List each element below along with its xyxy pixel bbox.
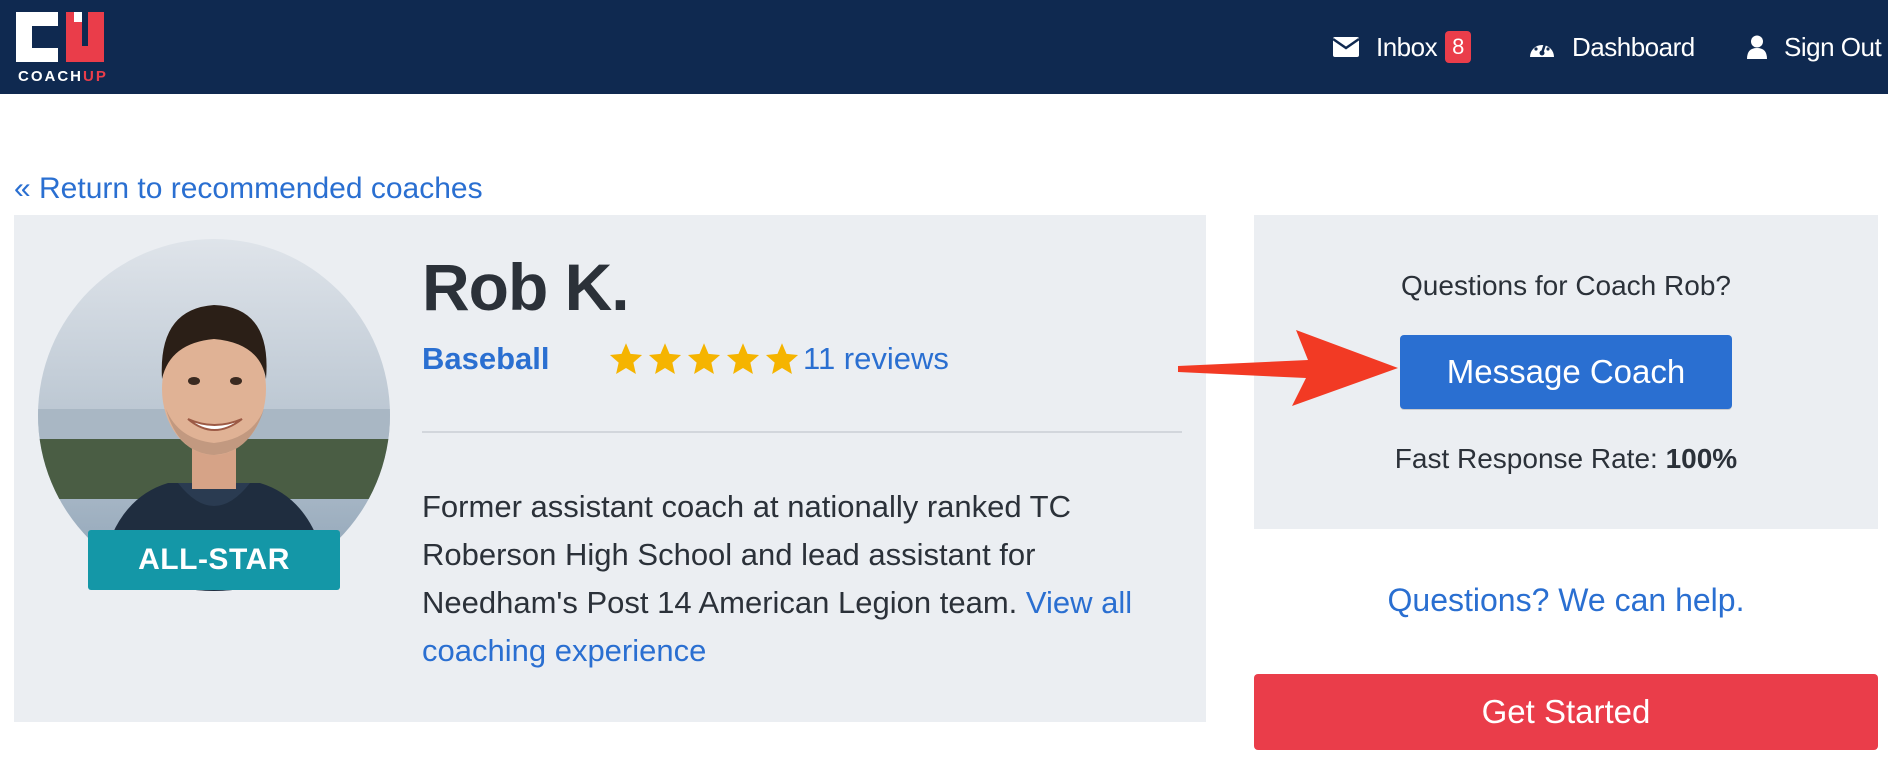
return-to-recommended-coaches-link[interactable]: « Return to recommended coaches	[14, 172, 483, 206]
inbox-label: Inbox	[1376, 31, 1438, 62]
star-icon	[765, 343, 799, 374]
response-rate-label: Fast Response Rate:	[1394, 443, 1666, 474]
star-icon	[609, 343, 643, 374]
message-coach-button[interactable]: Message Coach	[1400, 335, 1732, 409]
nav-inbox[interactable]: Inbox 8	[1332, 0, 1472, 94]
coach-name: Rob K.	[422, 250, 630, 324]
logo-wordmark: COACHUP	[18, 68, 108, 85]
coach-profile-card: ALL-STAR Rob K. Baseball 11 reviews Form…	[14, 215, 1206, 722]
coach-bio-text: Former assistant coach at nationally ran…	[422, 489, 1072, 620]
red-arrow-annotation-icon	[1178, 330, 1398, 406]
top-navbar: COACHUP Inbox 8 Dashboard Sign Out	[0, 0, 1888, 94]
dashboard-gauge-icon	[1530, 41, 1554, 57]
contact-question: Questions for Coach Rob?	[1401, 270, 1731, 301]
star-icon	[726, 343, 760, 374]
help-link[interactable]: Questions? We can help.	[1254, 582, 1878, 619]
sport-link[interactable]: Baseball	[422, 341, 550, 377]
response-rate-value: 100%	[1665, 443, 1738, 474]
user-icon	[1747, 35, 1767, 59]
reviews-link[interactable]: 11 reviews	[803, 341, 949, 377]
inbox-count-badge: 8	[1445, 31, 1472, 63]
coach-bio: Former assistant coach at nationally ran…	[422, 483, 1192, 675]
rating-stars	[608, 339, 803, 379]
coachup-logo[interactable]: COACHUP	[14, 8, 120, 86]
section-divider	[422, 431, 1182, 433]
sign-out-label: Sign Out	[1784, 31, 1882, 62]
star-icon	[687, 343, 721, 374]
nav-sign-out[interactable]: Sign Out	[1746, 0, 1882, 94]
star-icon	[648, 343, 682, 374]
logo-mark-icon	[16, 12, 104, 62]
dashboard-label: Dashboard	[1572, 31, 1695, 62]
all-star-badge: ALL-STAR	[88, 530, 340, 590]
get-started-button[interactable]: Get Started	[1254, 674, 1878, 750]
nav-dashboard[interactable]: Dashboard	[1528, 0, 1695, 94]
envelope-icon	[1332, 37, 1360, 57]
response-rate: Fast Response Rate: 100%	[1254, 443, 1878, 475]
